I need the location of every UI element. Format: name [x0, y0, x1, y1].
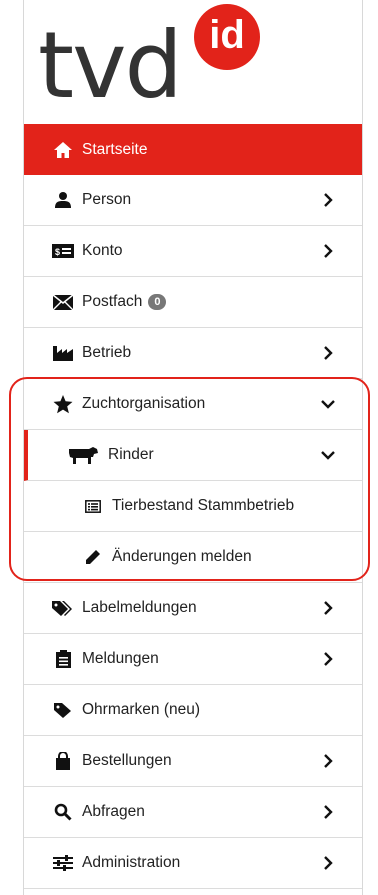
menu-label-aenderungen: Änderungen melden [112, 548, 252, 565]
shopping-bag-icon [52, 752, 74, 770]
menu-label-postfach: Postfach 0 [82, 293, 362, 311]
menu-item-ohrmarken[interactable]: Ohrmarken (neu) [24, 685, 362, 736]
cow-icon [66, 446, 100, 464]
menu-item-labelmeldungen[interactable]: Labelmeldungen [24, 583, 362, 634]
chevron-right-icon [320, 192, 336, 208]
menu-item-meldungen[interactable]: Meldungen [24, 634, 362, 685]
menu-item-aenderungen[interactable]: Änderungen melden [24, 532, 362, 583]
list-icon [82, 497, 104, 515]
menu-item-zuchtorganisation[interactable]: Zuchtorganisation [24, 379, 362, 430]
chevron-right-icon [320, 600, 336, 616]
menu-item-startseite[interactable]: Startseite [24, 124, 362, 175]
sidebar-panel: tvd id Startseite Person $ Konto Postfac… [23, 0, 363, 895]
menu-item-bestellungen[interactable]: Bestellungen [24, 736, 362, 787]
main-menu: Startseite Person $ Konto Postfach 0 Bet… [24, 124, 362, 889]
logo-badge: id [194, 4, 260, 70]
tags-icon [52, 599, 74, 617]
menu-item-postfach[interactable]: Postfach 0 [24, 277, 362, 328]
menu-item-betrieb[interactable]: Betrieb [24, 328, 362, 379]
svg-text:$: $ [55, 247, 60, 257]
chevron-down-icon [320, 447, 336, 463]
chevron-right-icon [320, 753, 336, 769]
user-icon [52, 191, 74, 209]
pencil-icon [82, 548, 104, 566]
menu-item-rinder[interactable]: Rinder [24, 430, 362, 481]
menu-item-abfragen[interactable]: Abfragen [24, 787, 362, 838]
tag-icon [52, 701, 74, 719]
postfach-text: Postfach [82, 293, 143, 310]
menu-label-startseite: Startseite [82, 140, 148, 158]
menu-item-person[interactable]: Person [24, 175, 362, 226]
search-icon [52, 803, 74, 821]
star-icon [52, 394, 74, 413]
menu-item-administration[interactable]: Administration [24, 838, 362, 889]
home-icon [52, 141, 74, 159]
clipboard-icon [52, 650, 74, 668]
chevron-right-icon [320, 855, 336, 871]
chevron-right-icon [320, 651, 336, 667]
envelope-icon [52, 293, 74, 311]
logo-text: tvd [38, 12, 183, 119]
chevron-right-icon [320, 345, 336, 361]
chevron-right-icon [320, 804, 336, 820]
chevron-right-icon [320, 243, 336, 259]
sliders-icon [52, 854, 74, 872]
chevron-down-icon [320, 396, 336, 412]
menu-label-ohrmarken: Ohrmarken (neu) [82, 701, 201, 718]
money-card-icon: $ [52, 242, 74, 260]
menu-item-konto[interactable]: $ Konto [24, 226, 362, 277]
menu-label-tierbestand: Tierbestand Stammbetrieb [112, 497, 295, 514]
industry-icon [52, 344, 74, 362]
message-count-badge: 0 [148, 293, 167, 310]
menu-item-tierbestand[interactable]: Tierbestand Stammbetrieb [24, 481, 362, 532]
tvd-id-logo: tvd id [24, 0, 362, 124]
